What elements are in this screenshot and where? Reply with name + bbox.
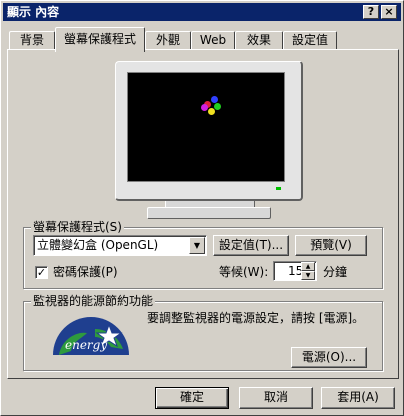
screensaver-group-title: 螢幕保護程式(S) xyxy=(31,220,124,234)
cancel-button[interactable]: 取消 xyxy=(239,387,313,409)
close-icon: × xyxy=(384,5,394,18)
display-properties-window: 顯示 內容 ? × 背景 螢幕保護程式 外觀 Web 效果 設定值 螢幕保護程式… xyxy=(0,0,404,416)
help-button[interactable]: ? xyxy=(363,5,379,19)
tab-panel xyxy=(7,49,399,379)
close-button[interactable]: × xyxy=(381,5,397,19)
tab-screensaver[interactable]: 螢幕保護程式 xyxy=(55,27,145,52)
tab-background[interactable]: 背景 xyxy=(9,31,55,50)
ok-button[interactable]: 確定 xyxy=(155,387,229,409)
tab-effects[interactable]: 效果 xyxy=(235,31,283,50)
apply-button[interactable]: 套用(A) xyxy=(321,387,395,409)
window-title: 顯示 內容 xyxy=(7,5,60,19)
tab-settings[interactable]: 設定值 xyxy=(283,31,337,50)
tab-web[interactable]: Web xyxy=(191,31,235,50)
title-bar[interactable]: 顯示 內容 ? × xyxy=(3,3,401,21)
energy-group-title: 監視器的能源節約功能 xyxy=(31,294,156,308)
tab-appearance[interactable]: 外觀 xyxy=(145,31,191,50)
